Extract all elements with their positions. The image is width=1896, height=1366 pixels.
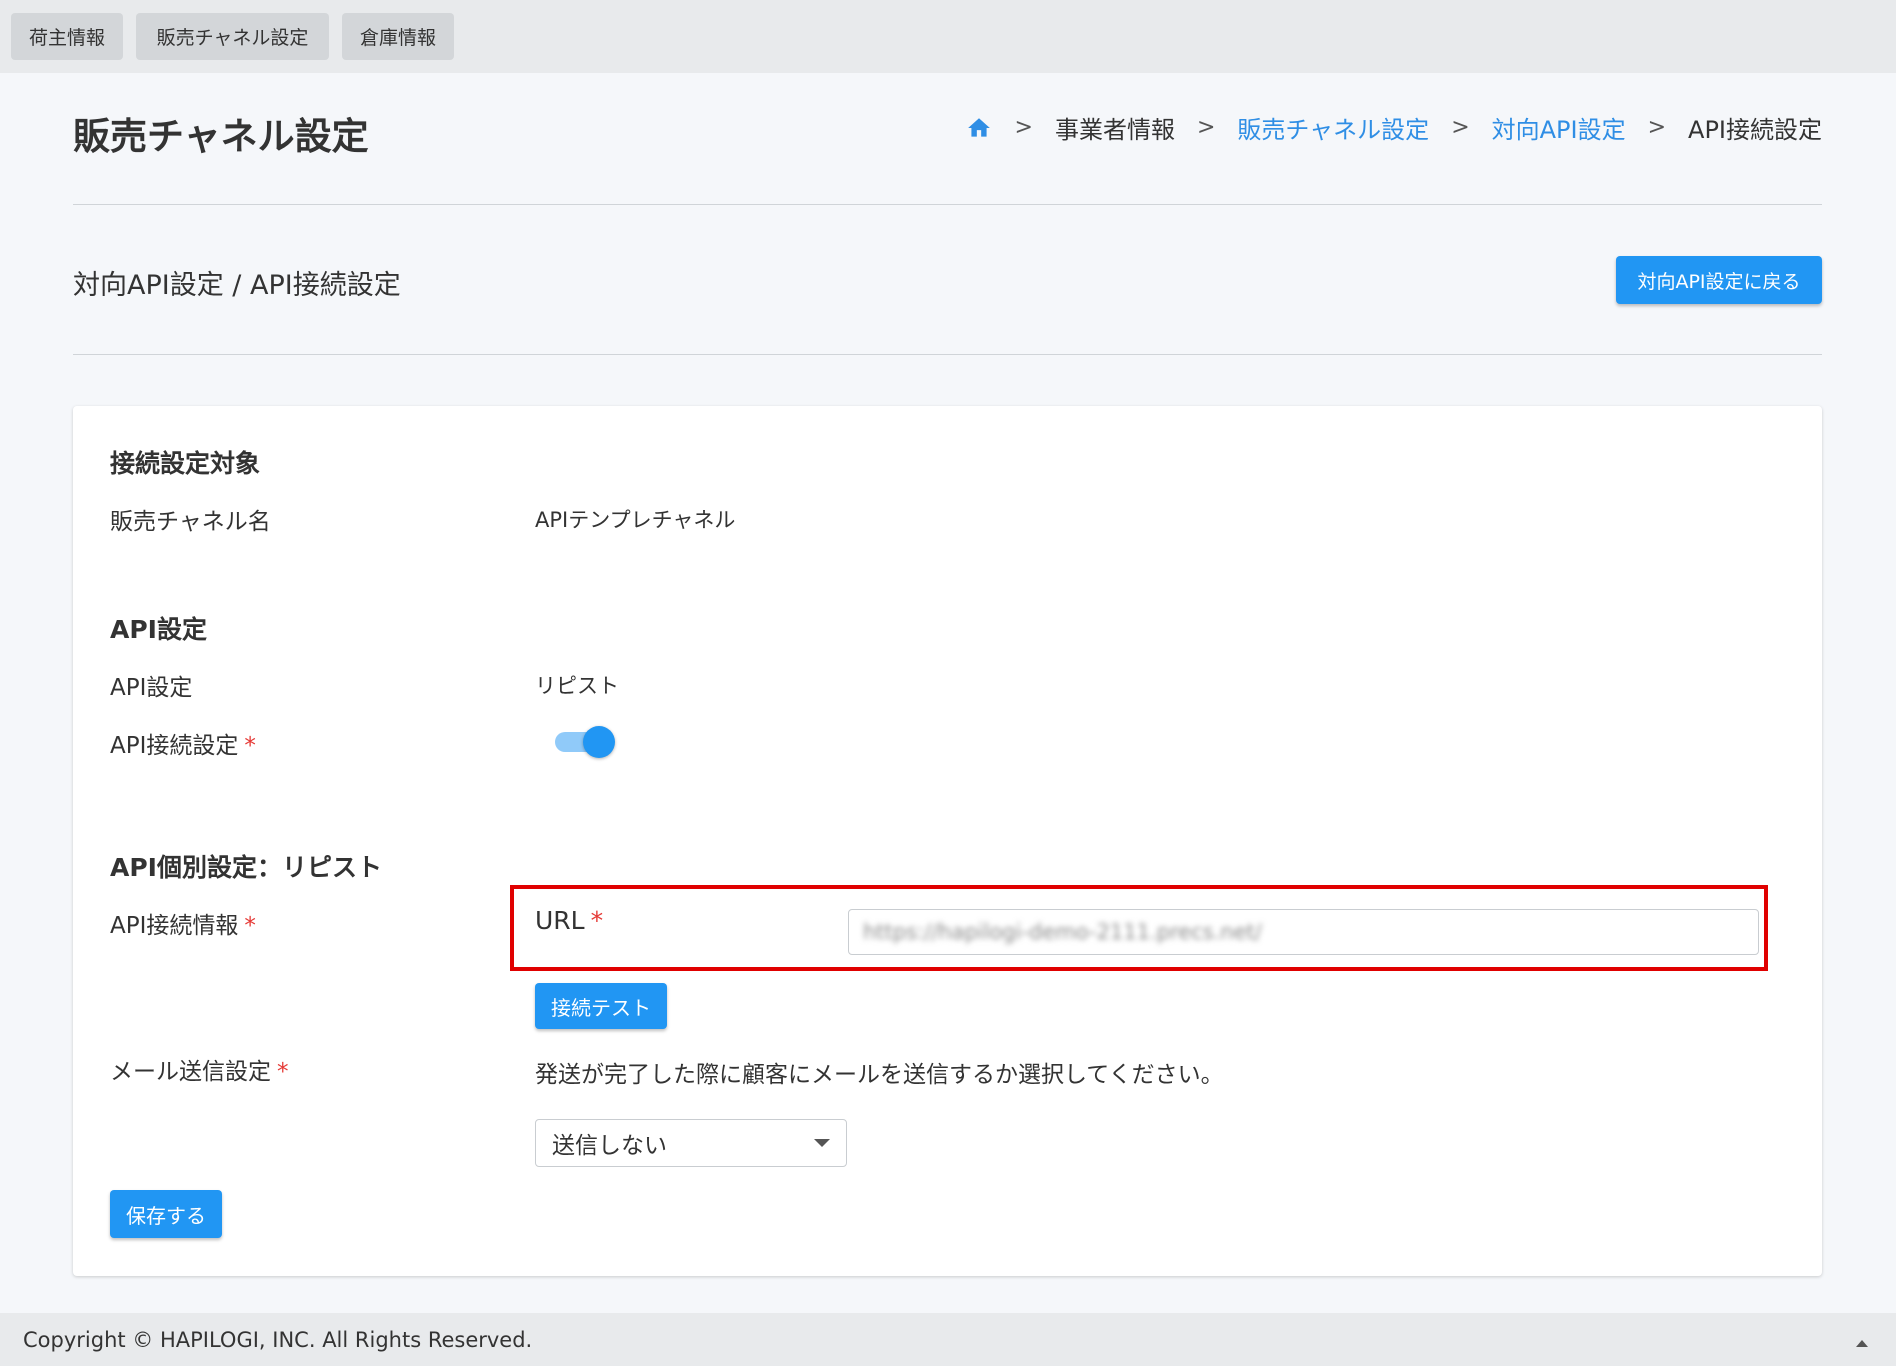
tab-sales-channel[interactable]: 販売チャネル設定 — [136, 13, 329, 60]
section-subtitle: 対向API設定 / API接続設定 — [73, 270, 401, 301]
mail-setting-label-text: メール送信設定 — [110, 1059, 271, 1085]
footer: Copyright © HAPILOGI, INC. All Rights Re… — [0, 1313, 1896, 1366]
save-button[interactable]: 保存する — [110, 1190, 222, 1238]
mail-setting-description: 発送が完了した際に顧客にメールを送信するか選択してください。 — [535, 1062, 1224, 1088]
url-label-text: URL — [535, 906, 585, 935]
tab-shipper-info[interactable]: 荷主情報 — [11, 13, 123, 60]
breadcrumb: > 事業者情報 > 販売チャネル設定 > 対向API設定 > API接続設定 — [965, 110, 1822, 145]
mail-setting-selected: 送信しない — [552, 1133, 667, 1159]
required-mark: * — [244, 913, 256, 939]
page-title: 販売チャネル設定 — [73, 115, 369, 158]
mail-setting-select[interactable]: 送信しない — [535, 1119, 847, 1167]
chevron-right-icon: > — [1014, 115, 1033, 140]
chevron-right-icon: > — [1451, 115, 1470, 140]
connection-test-button[interactable]: 接続テスト — [535, 983, 667, 1029]
divider — [73, 354, 1822, 355]
toggle-knob[interactable] — [583, 726, 615, 758]
section-title-target: 接続設定対象 — [110, 449, 261, 478]
section-title-individual: API個別設定：リピスト — [110, 853, 382, 882]
channel-name-label: 販売チャネル名 — [110, 509, 271, 535]
api-connection-toggle[interactable] — [553, 724, 615, 760]
breadcrumb-item-counter-api[interactable]: 対向API設定 — [1492, 110, 1626, 145]
url-label: URL * — [535, 906, 603, 935]
tab-warehouse-info[interactable]: 倉庫情報 — [342, 13, 454, 60]
caret-down-icon — [814, 1139, 830, 1147]
back-to-counter-api-button[interactable]: 対向API設定に戻る — [1616, 256, 1822, 304]
settings-card: 接続設定対象 販売チャネル名 APIテンプレチャネル API設定 API設定 リ… — [73, 406, 1822, 1276]
required-mark: * — [590, 906, 604, 935]
divider — [73, 204, 1822, 205]
copyright-text: Copyright © HAPILOGI, INC. All Rights Re… — [23, 1327, 533, 1352]
scroll-to-top-icon[interactable] — [1856, 1340, 1868, 1347]
api-setting-label: API設定 — [110, 675, 193, 701]
api-setting-value: リピスト — [535, 674, 619, 698]
top-tab-bar: 荷主情報 販売チャネル設定 倉庫情報 — [0, 0, 1896, 73]
breadcrumb-item-sales-channel[interactable]: 販売チャネル設定 — [1237, 110, 1429, 145]
home-icon[interactable] — [965, 115, 993, 141]
breadcrumb-item-api-connection: API接続設定 — [1688, 116, 1822, 144]
chevron-right-icon: > — [1647, 115, 1667, 140]
api-info-label: API接続情報 * — [110, 906, 256, 940]
channel-name-value: APIテンプレチャネル — [535, 508, 736, 532]
api-info-label-text: API接続情報 — [110, 913, 239, 939]
url-input[interactable]: https://hapilogi-demo-2111.precs.net/ — [848, 909, 1759, 955]
chevron-right-icon: > — [1196, 115, 1216, 140]
required-mark: * — [244, 733, 256, 759]
api-connection-label-text: API接続設定 — [110, 733, 239, 759]
api-connection-label: API接続設定 * — [110, 726, 256, 760]
required-mark: * — [277, 1059, 289, 1085]
url-value: https://hapilogi-demo-2111.precs.net/ — [863, 920, 1262, 944]
section-title-api: API設定 — [110, 615, 207, 644]
mail-setting-label: メール送信設定 * — [110, 1052, 289, 1086]
breadcrumb-item-business-info[interactable]: 事業者情報 — [1055, 110, 1175, 145]
